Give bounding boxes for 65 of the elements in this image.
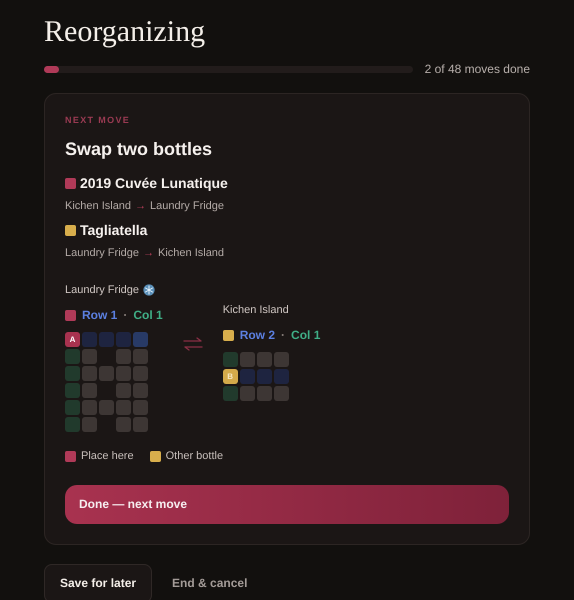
rack-slot (82, 417, 97, 432)
bottle-name: Tagliatella (80, 221, 148, 240)
rack-slot (65, 400, 80, 415)
destination-location: Kichen Island (158, 246, 224, 261)
rack-slot (82, 332, 97, 347)
rack-slot (133, 400, 148, 415)
rack-slot (256, 352, 272, 367)
rack-slot (65, 366, 80, 381)
rack-slot (116, 400, 131, 415)
rack-slot (116, 366, 131, 381)
rack-slot: B (222, 369, 238, 384)
cancel-link[interactable]: End & cancel (172, 574, 248, 592)
separator: · (123, 307, 128, 324)
rack-slot (82, 400, 97, 415)
row-label: Row 1 (82, 307, 118, 324)
rack-slot (65, 417, 80, 432)
rack-slot (116, 417, 131, 432)
source-location: Kichen Island (65, 198, 132, 214)
separator: · (281, 327, 286, 344)
column-label: Col 1 (133, 307, 163, 324)
rack-slot (65, 349, 80, 364)
rack-slot (222, 352, 238, 367)
rack-slot (99, 366, 114, 381)
source-location: Laundry Fridge (65, 246, 139, 261)
rack-slot (274, 369, 289, 384)
rack-slot (274, 352, 289, 367)
destination-location: Laundry Fridge (150, 198, 224, 214)
save-button[interactable]: Save for later (44, 564, 152, 600)
rack-slot (240, 369, 255, 384)
eyebrow-label: NEXT MOVE (65, 114, 132, 127)
rack-slot (116, 332, 131, 347)
swap-icon (182, 336, 203, 350)
rack-slot (240, 386, 255, 401)
rack-slot (99, 332, 114, 347)
rack-slot (133, 383, 148, 398)
rack-slot (65, 383, 80, 398)
done-button[interactable]: Done — next move (65, 484, 509, 524)
progress-label: 2 of 48 moves done (424, 61, 530, 78)
rack-slot (82, 366, 97, 381)
bottle-name: 2019 Cuvée Lunatique (80, 174, 228, 193)
rack-slot (274, 386, 289, 401)
rack-slot (116, 383, 131, 398)
legend-label: Other bottle (166, 449, 224, 464)
page-title: Reorganizing (44, 14, 206, 50)
rack-slot (256, 369, 272, 384)
rack-slot: A (65, 332, 80, 347)
rack-slot (99, 400, 114, 415)
rack-slot (82, 383, 97, 398)
arrow-glyph: → (143, 246, 154, 261)
row-label: Row 2 (240, 327, 276, 344)
arrow-glyph: → (135, 198, 146, 214)
rack-slot (82, 349, 97, 364)
rack-name: Kichen Island (222, 302, 289, 318)
rack-slot (133, 417, 148, 432)
rack-slot (256, 386, 272, 401)
rack-name: Laundry Fridge (65, 282, 139, 298)
rack-slot (222, 386, 238, 401)
rack-slot (116, 349, 131, 364)
column-label: Col 1 (291, 327, 320, 344)
move-heading: Swap two bottles (65, 138, 214, 161)
rack-slot (240, 352, 255, 367)
rack-slot (133, 332, 148, 347)
rack-slot (133, 366, 148, 381)
legend-label: Place here (81, 449, 134, 464)
rack-slot (133, 349, 148, 364)
